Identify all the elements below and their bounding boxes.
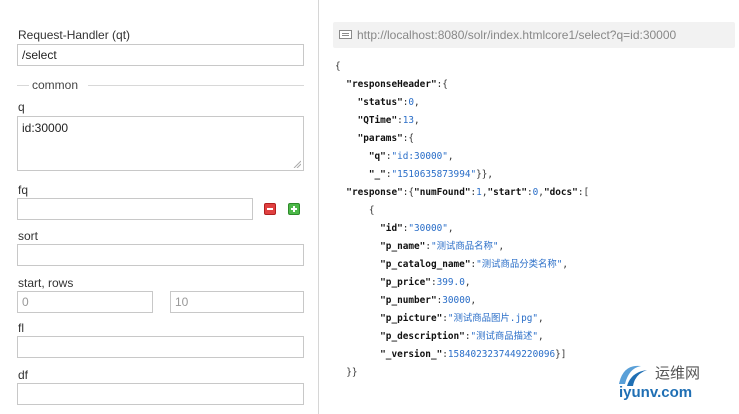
fq-label: fq (18, 183, 29, 197)
sort-label: sort (18, 229, 39, 243)
q-value: id:30000 (22, 121, 69, 135)
request-url-link[interactable]: http://localhost:8080/solr/index.htmlcor… (357, 28, 676, 42)
json-response: { "responseHeader":{ "status":0, "QTime"… (335, 61, 590, 378)
fl-input[interactable] (17, 336, 304, 358)
request-url-bar[interactable]: http://localhost:8080/solr/index.htmlcor… (333, 22, 735, 48)
rows-input[interactable]: 10 (170, 291, 304, 313)
request-handler-input[interactable]: /select (17, 44, 304, 66)
df-label: df (18, 368, 29, 382)
start-input[interactable]: 0 (17, 291, 153, 313)
remove-fq-button[interactable] (264, 203, 276, 215)
request-handler-label: Request-Handler (qt) (18, 28, 131, 42)
watermark-logo: 运维网 iyunv.com (615, 358, 733, 408)
common-legend: common (32, 78, 79, 92)
common-fieldset-line-right (88, 85, 304, 86)
query-form-panel: Request-Handler (qt) /select common q id… (0, 0, 319, 414)
fq-input[interactable] (17, 198, 253, 220)
start-rows-label: start, rows (18, 276, 74, 290)
resize-grip-icon[interactable] (293, 160, 301, 168)
df-input[interactable] (17, 383, 304, 405)
add-fq-button[interactable] (288, 203, 300, 215)
q-textarea[interactable]: id:30000 (17, 116, 304, 171)
q-label: q (18, 100, 25, 114)
fl-label: fl (18, 321, 24, 335)
watermark-top-text: 运维网 (655, 365, 701, 382)
sort-input[interactable] (17, 244, 304, 266)
watermark-bottom-text: iyunv.com (619, 384, 693, 401)
result-panel: http://localhost:8080/solr/index.htmlcor… (319, 0, 739, 414)
common-fieldset-line-left (17, 85, 29, 86)
url-icon (339, 30, 352, 39)
